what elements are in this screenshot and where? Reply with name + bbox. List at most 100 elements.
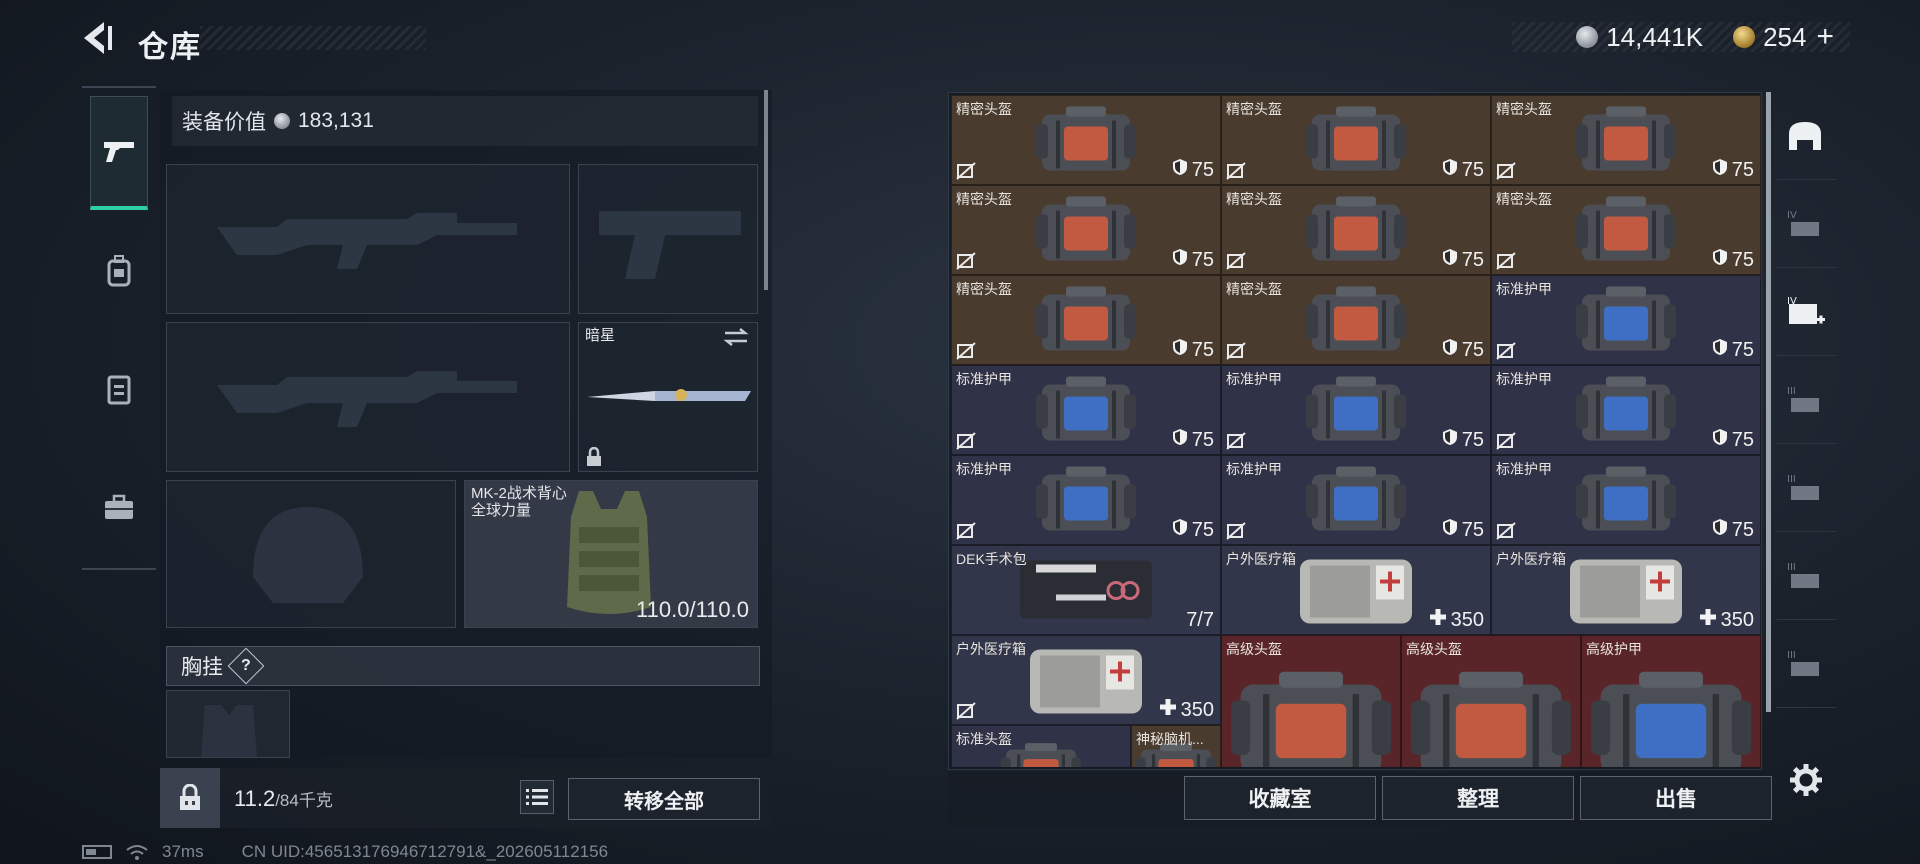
storage-tab[interactable]: III	[1776, 532, 1836, 620]
inventory-grid: 精密头盔 75 精密头盔 75 精密头盔 75 精密头盔 75 精密头盔 75 精密头盔 75 精密头盔…	[951, 95, 1761, 767]
inventory-item[interactable]: 标准护甲 75	[1491, 365, 1761, 455]
inventory-item[interactable]: 标准护甲 75	[951, 365, 1221, 455]
item-stat-value: 350	[1720, 608, 1754, 631]
inventory-item[interactable]: 精密头盔 75	[1221, 95, 1491, 185]
back-arrow-icon[interactable]	[82, 20, 116, 56]
item-stat-value: 75	[1191, 338, 1214, 361]
inventory-item[interactable]: 标准护甲 75	[1491, 275, 1761, 365]
item-name: 精密头盔	[1226, 101, 1282, 117]
storage-tab[interactable]: III	[1776, 620, 1836, 708]
inventory-item[interactable]: 户外医疗箱 350	[1491, 545, 1761, 635]
inventory-item[interactable]: 标准护甲 75	[951, 455, 1221, 545]
inventory-item[interactable]: 精密头盔 75	[951, 95, 1221, 185]
shield-icon	[1172, 158, 1188, 182]
inventory-item[interactable]: 精密头盔 75	[951, 275, 1221, 365]
no-insurance-icon	[1496, 252, 1516, 270]
storage-tab[interactable]	[1776, 92, 1836, 180]
iv-folder-icon: IV	[1787, 210, 1819, 236]
inventory-item[interactable]: 户外医疗箱 350	[951, 635, 1221, 725]
helmet-slot[interactable]	[166, 480, 456, 628]
item-stat: 350	[1699, 608, 1754, 632]
helmet-image-icon	[1306, 103, 1406, 180]
item-name: 标准护甲	[956, 461, 1012, 477]
item-image-icon	[1001, 741, 1081, 767]
surgery-kit-image-icon	[1016, 554, 1156, 629]
item-stat: 75	[1712, 338, 1754, 362]
inventory-item[interactable]: DEK手术包 7/7	[951, 545, 1221, 635]
inventory-scrollbar[interactable]	[1766, 92, 1771, 712]
page-title: 仓库	[138, 31, 202, 64]
svg-text:IV: IV	[1787, 210, 1797, 221]
storage-tab[interactable]: IV	[1776, 268, 1836, 356]
heal-cross-icon	[1429, 608, 1447, 632]
storage-tab[interactable]: III	[1776, 356, 1836, 444]
inventory-item[interactable]: 标准头盔	[951, 725, 1131, 767]
primary-weapon-2-slot[interactable]	[166, 322, 570, 472]
melee-slot[interactable]: 暗星	[578, 322, 758, 472]
iv-medkit-add-icon: IV	[1787, 296, 1825, 324]
help-button[interactable]: ?	[227, 647, 265, 685]
sell-button[interactable]: 出售	[1580, 776, 1772, 820]
inventory-item[interactable]: 神秘脑机...	[1131, 725, 1221, 767]
shield-icon	[1172, 338, 1188, 362]
add-gold-button[interactable]: +	[1816, 20, 1834, 54]
item-stat: 75	[1442, 428, 1484, 452]
inventory-item-large[interactable]: 高级头盔	[1221, 635, 1401, 767]
secondary-weapon-slot[interactable]	[578, 164, 758, 314]
item-stat: 75	[1442, 248, 1484, 272]
shield-icon	[1442, 518, 1458, 542]
armor-slot[interactable]: MK-2战术背心 全球力量 110.0/110.0	[464, 480, 758, 628]
inventory-item[interactable]: 户外医疗箱 350	[1221, 545, 1491, 635]
shield-icon	[1442, 158, 1458, 182]
settings-button[interactable]	[1786, 760, 1826, 800]
item-stat-value: 7/7	[1186, 609, 1214, 631]
pistol-icon	[104, 141, 134, 162]
tab-vest[interactable]	[90, 332, 148, 446]
loadout-scrollbar[interactable]	[764, 90, 768, 290]
primary-weapon-slot[interactable]	[166, 164, 570, 314]
inventory-item[interactable]: 精密头盔 75	[1491, 95, 1761, 185]
inventory-item-large[interactable]: 高级护甲	[1581, 635, 1761, 767]
lock-button[interactable]	[160, 768, 220, 828]
inventory-item[interactable]: 精密头盔 75	[1221, 275, 1491, 365]
storage-tab[interactable]: IV	[1776, 180, 1836, 268]
organize-button[interactable]: 整理	[1382, 776, 1574, 820]
transfer-all-button[interactable]: 转移全部	[568, 778, 760, 820]
vest-subtitle: 全球力量	[471, 502, 532, 519]
item-name: 标准护甲	[1226, 371, 1282, 387]
item-name: 精密头盔	[956, 281, 1012, 297]
weight-max: /84千克	[275, 791, 333, 810]
no-insurance-icon	[956, 342, 976, 360]
tab-briefcase[interactable]	[90, 450, 148, 564]
inventory-item[interactable]: 精密头盔 75	[1221, 185, 1491, 275]
inventory-item[interactable]: 标准护甲 75	[1491, 455, 1761, 545]
swap-icon[interactable]	[723, 327, 749, 347]
item-stat-value: 75	[1461, 338, 1484, 361]
vest-icon	[107, 375, 131, 405]
inventory-item[interactable]: 标准护甲 75	[1221, 455, 1491, 545]
heal-cross-icon	[1699, 608, 1717, 632]
shield-icon	[1712, 338, 1728, 362]
no-insurance-icon	[1226, 252, 1246, 270]
item-name: 标准头盔	[956, 731, 1012, 747]
user-uid: CN UID:456513176946712791&_202605112156	[241, 842, 609, 861]
item-stat: 75	[1172, 248, 1214, 272]
inventory-item[interactable]: 标准护甲 75	[1221, 365, 1491, 455]
inventory-item[interactable]: 精密头盔 75	[951, 185, 1221, 275]
collection-button[interactable]: 收藏室	[1184, 776, 1376, 820]
item-stat-value: 75	[1191, 248, 1214, 271]
item-name: 精密头盔	[1496, 191, 1552, 207]
medkit-image-icon	[1296, 551, 1416, 632]
inventory-item[interactable]: 精密头盔 75	[1491, 185, 1761, 275]
item-stat-value: 75	[1731, 518, 1754, 541]
tab-backpack[interactable]	[90, 214, 148, 328]
no-insurance-icon	[956, 432, 976, 450]
storage-tab[interactable]: III	[1776, 444, 1836, 532]
item-name: 户外医疗箱	[1496, 551, 1566, 567]
rifle-silhouette-icon	[217, 213, 517, 269]
title-decoration	[200, 26, 426, 50]
tab-weapons[interactable]	[90, 96, 148, 210]
list-view-button[interactable]	[520, 780, 554, 814]
inventory-item-large[interactable]: 高级头盔	[1401, 635, 1581, 767]
chest-rig-slot[interactable]	[166, 690, 290, 758]
